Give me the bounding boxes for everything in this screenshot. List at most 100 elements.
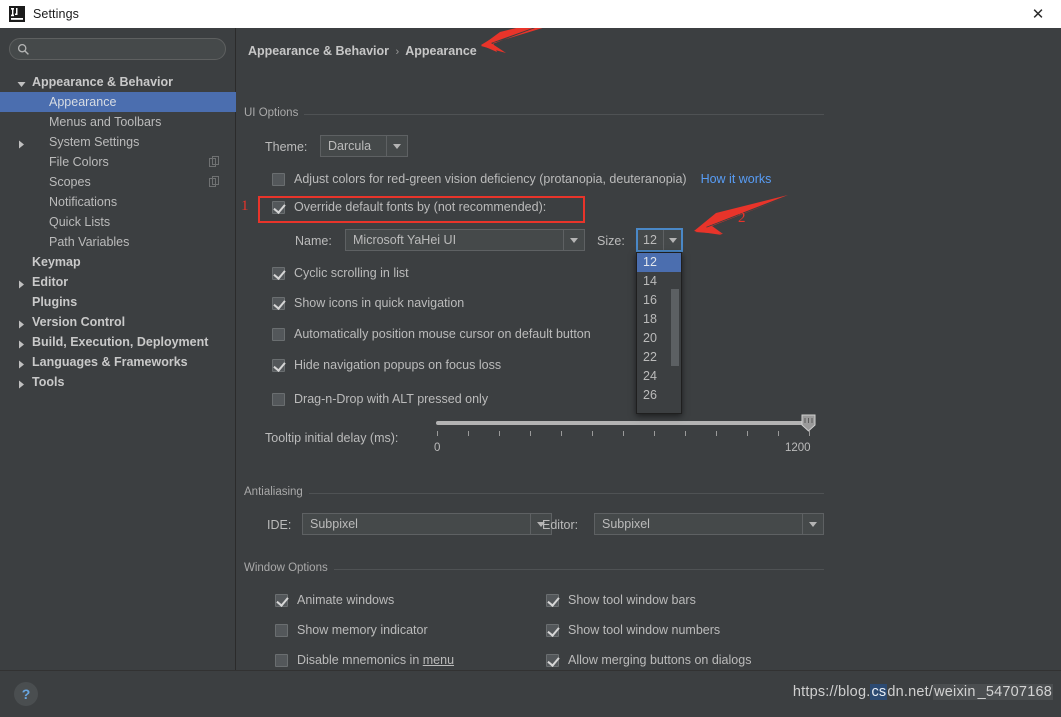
- chevron-right-icon[interactable]: [17, 278, 26, 289]
- sidebar-item-scopes[interactable]: Scopes: [0, 172, 236, 192]
- font-size-dropdown-popup[interactable]: 12 14 16 18 20 22 24 26: [636, 252, 682, 414]
- checkbox[interactable]: [272, 358, 285, 372]
- tooltip-delay-slider-track[interactable]: [436, 421, 808, 425]
- window-option-row[interactable]: Disable mnemonics in menu: [275, 653, 454, 667]
- slider-tick: [623, 431, 624, 436]
- window-option-row[interactable]: Animate windows: [275, 593, 394, 607]
- checkbox[interactable]: [272, 296, 285, 310]
- font-name-value: Microsoft YaHei UI: [353, 233, 457, 247]
- font-size-value: 12: [643, 233, 657, 247]
- chevron-right-icon[interactable]: [17, 338, 26, 349]
- ui-option-row[interactable]: Cyclic scrolling in list: [272, 266, 409, 280]
- sidebar-item-notifications[interactable]: Notifications: [0, 192, 236, 212]
- chevron-down-icon[interactable]: [386, 136, 407, 156]
- sidebar-item-keymap[interactable]: Keymap: [0, 252, 236, 272]
- sidebar-item-plugins[interactable]: Plugins: [0, 292, 236, 312]
- font-name-combobox[interactable]: Microsoft YaHei UI: [345, 229, 585, 251]
- sidebar-item-quick-lists[interactable]: Quick Lists: [0, 212, 236, 232]
- copy-icon: [209, 156, 220, 167]
- checkbox[interactable]: [272, 392, 285, 406]
- ui-option-row[interactable]: Hide navigation popups on focus loss: [272, 358, 501, 372]
- slider-tick: [499, 431, 500, 436]
- annotation-arrow-1: [451, 28, 571, 65]
- theme-combobox[interactable]: Darcula: [320, 135, 408, 157]
- sidebar-item-languages-frameworks[interactable]: Languages & Frameworks: [0, 352, 236, 372]
- ui-option-row[interactable]: Show icons in quick navigation: [272, 296, 464, 310]
- sidebar-item-label: Menus and Toolbars: [49, 115, 162, 129]
- search-input[interactable]: [30, 40, 210, 58]
- annotation-arrow-2: [676, 193, 791, 253]
- sidebar-item-appearance-behavior[interactable]: Appearance & Behavior: [0, 72, 236, 92]
- sidebar-item-system-settings[interactable]: System Settings: [0, 132, 236, 152]
- breadcrumb-root[interactable]: Appearance & Behavior: [248, 44, 389, 58]
- sidebar-item-label: Build, Execution, Deployment: [32, 335, 209, 349]
- window-option-row[interactable]: Show tool window bars: [546, 593, 696, 607]
- chevron-down-icon[interactable]: [563, 230, 584, 250]
- slider-tick: [809, 431, 810, 436]
- adjust-colors-row[interactable]: Adjust colors for red-green vision defic…: [272, 172, 771, 186]
- sidebar-item-label: Tools: [32, 375, 65, 389]
- slider-tick: [778, 431, 779, 436]
- annotation-marker-1: 1: [241, 198, 249, 214]
- theme-label: Theme:: [265, 140, 308, 154]
- ui-options-divider: [294, 114, 824, 115]
- chevron-down-icon[interactable]: [17, 78, 26, 87]
- override-fonts-checkbox[interactable]: [272, 200, 285, 214]
- adjust-colors-label: Adjust colors for red-green vision defic…: [294, 172, 687, 186]
- chevron-right-icon[interactable]: [17, 378, 26, 389]
- sidebar-item-label: Keymap: [32, 255, 81, 269]
- checkbox[interactable]: [275, 593, 288, 607]
- sidebar-item-tools[interactable]: Tools: [0, 372, 236, 392]
- window-option-row[interactable]: Allow merging buttons on dialogs: [546, 653, 751, 667]
- sidebar-item-version-control[interactable]: Version Control: [0, 312, 236, 332]
- ui-option-label: Automatically position mouse cursor on d…: [294, 327, 591, 341]
- adjust-colors-checkbox[interactable]: [272, 172, 285, 186]
- sidebar-item-label: Version Control: [32, 315, 126, 329]
- intellij-idea-icon: [9, 6, 25, 22]
- watermark-part-e: _54707168: [976, 684, 1053, 700]
- tooltip-delay-min-label: 0: [434, 442, 441, 454]
- checkbox[interactable]: [546, 593, 559, 607]
- checkbox[interactable]: [275, 623, 288, 637]
- checkbox[interactable]: [272, 266, 285, 280]
- checkbox[interactable]: [272, 327, 285, 341]
- window-option-row[interactable]: Show tool window numbers: [546, 623, 720, 637]
- chevron-right-icon[interactable]: [17, 318, 26, 329]
- ui-option-row[interactable]: Automatically position mouse cursor on d…: [272, 327, 591, 341]
- sidebar-item-editor[interactable]: Editor: [0, 272, 236, 292]
- tooltip-delay-slider-thumb[interactable]: [801, 414, 816, 432]
- sidebar-item-label: Appearance & Behavior: [32, 75, 174, 89]
- chevron-down-icon[interactable]: [802, 514, 823, 534]
- checkbox[interactable]: [275, 653, 288, 667]
- sidebar-item-build-execution-deployment[interactable]: Build, Execution, Deployment: [0, 332, 236, 352]
- sidebar-item-path-variables[interactable]: Path Variables: [0, 232, 236, 252]
- tooltip-delay-max-label: 1200: [785, 442, 811, 454]
- antialiasing-ide-combobox[interactable]: Subpixel: [302, 513, 552, 535]
- sidebar-item-label: File Colors: [49, 155, 109, 169]
- ui-option-row[interactable]: Drag-n-Drop with ALT pressed only: [272, 392, 488, 406]
- font-size-option[interactable]: 12: [637, 253, 681, 272]
- window-option-label: Show tool window numbers: [568, 623, 721, 637]
- sidebar-item-label: Notifications: [49, 195, 118, 209]
- sidebar-item-menus-and-toolbars[interactable]: Menus and Toolbars: [0, 112, 236, 132]
- watermark-part-c: dn.net/: [887, 684, 934, 700]
- checkbox[interactable]: [546, 653, 559, 667]
- antialiasing-editor-combobox[interactable]: Subpixel: [594, 513, 824, 535]
- checkbox[interactable]: [546, 623, 559, 637]
- help-button[interactable]: ?: [14, 682, 38, 706]
- ui-options-group-title: UI Options: [244, 107, 305, 119]
- window-option-row[interactable]: Show memory indicator: [275, 623, 428, 637]
- dropdown-scrollbar-thumb[interactable]: [671, 289, 679, 366]
- antialiasing-editor-label: Editor:: [542, 518, 579, 532]
- sidebar-item-label: Scopes: [49, 175, 91, 189]
- close-icon[interactable]: ✕: [1015, 0, 1061, 28]
- chevron-right-icon[interactable]: [17, 138, 26, 149]
- window-options-group-title: Window Options: [244, 562, 334, 574]
- chevron-right-icon[interactable]: [17, 358, 26, 369]
- sidebar-item-file-colors[interactable]: File Colors: [0, 152, 236, 172]
- sidebar-item-appearance[interactable]: Appearance: [0, 92, 236, 112]
- override-fonts-label: Override default fonts by (not recommend…: [294, 200, 547, 214]
- how-it-works-link[interactable]: How it works: [701, 172, 772, 186]
- sidebar-search[interactable]: [9, 38, 226, 60]
- override-fonts-row[interactable]: Override default fonts by (not recommend…: [272, 200, 546, 214]
